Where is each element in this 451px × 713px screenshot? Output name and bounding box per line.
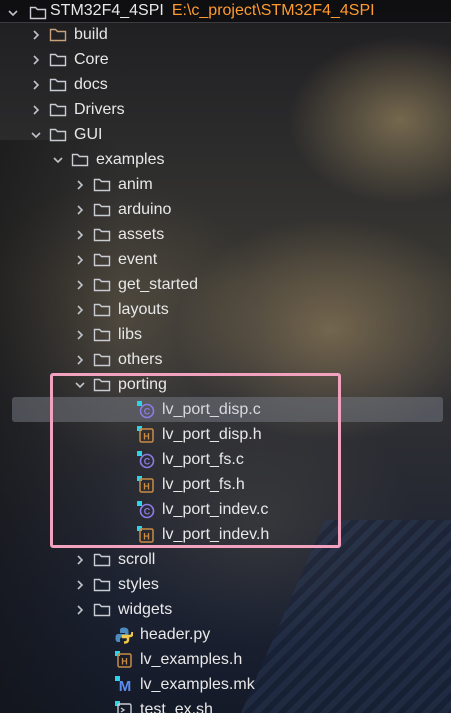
chevron-right-icon[interactable] [71,222,89,247]
tree-item-label: examples [96,151,165,168]
tree-item-label: Drivers [74,101,125,118]
tree-item-label: lv_examples.mk [140,676,255,693]
folder-icon [92,197,112,222]
tree-item-label: arduino [118,201,172,218]
folder-icon [48,22,68,47]
tree-item-label: assets [118,226,165,243]
chevron-right-icon[interactable] [71,172,89,197]
chevron-right-icon[interactable] [71,347,89,372]
tree-item-label: Core [74,51,109,68]
project-path: E:\c_project\STM32F4_4SPI [171,2,375,19]
folder-icon [48,122,68,147]
tree-folder-row[interactable]: docs [0,72,451,97]
chevron-right-icon[interactable] [71,197,89,222]
tree-item-label: GUI [74,126,103,143]
header-file-icon: H [114,647,134,672]
tree-item-label: build [74,26,108,43]
svg-text:M: M [119,678,132,694]
folder-icon [92,272,112,297]
chevron-down-icon[interactable] [49,147,67,172]
tree-folder-row[interactable]: libs [0,322,451,347]
folder-icon [92,247,112,272]
chevron-right-icon[interactable] [71,322,89,347]
makefile-icon: M [114,672,134,697]
tree-folder-row[interactable]: arduino [0,197,451,222]
chevron-right-icon[interactable] [71,272,89,297]
chevron-right-icon[interactable] [27,22,45,47]
chevron-right-icon[interactable] [71,297,89,322]
chevron-right-icon[interactable] [71,597,89,622]
tree-file-row[interactable]: Hlv_examples.h [0,647,451,672]
folder-icon [48,97,68,122]
folder-icon [48,72,68,97]
chevron-right-icon[interactable] [27,72,45,97]
tree-item-label: docs [74,76,108,93]
chevron-right-icon[interactable] [27,97,45,122]
folder-icon [92,597,112,622]
tree-item-label: styles [118,576,159,593]
folder-icon [92,347,112,372]
tree-folder-row[interactable]: GUI [0,122,451,147]
tree-folder-row[interactable]: event [0,247,451,272]
tree-item-label: libs [118,326,143,343]
folder-icon [70,147,90,172]
chevron-down-icon[interactable] [27,122,45,147]
folder-icon [92,322,112,347]
tree-file-row[interactable]: test_ex.sh [0,697,451,713]
tree-folder-row[interactable]: Drivers [0,97,451,122]
chevron-right-icon[interactable] [71,572,89,597]
tree-item-label: event [118,251,158,268]
shell-script-icon [114,697,134,713]
tree-folder-row[interactable]: examples [0,147,451,172]
folder-icon [92,572,112,597]
folder-icon [92,547,112,572]
chevron-right-icon[interactable] [71,247,89,272]
tree-item-label: test_ex.sh [140,701,213,713]
tree-folder-row[interactable]: get_started [0,272,451,297]
tree-item-label: others [118,351,163,368]
tree-item-label: get_started [118,276,199,293]
project-name-text: STM32F4_4SPI [50,2,164,19]
chevron-right-icon[interactable] [27,47,45,72]
tree-folder-row[interactable]: Core [0,47,451,72]
tree-folder-row[interactable]: scroll [0,547,451,572]
folder-icon [92,172,112,197]
tree-item-label: anim [118,176,153,193]
tree-folder-row[interactable]: others [0,347,451,372]
folder-icon [48,47,68,72]
tree-file-row[interactable]: header.py [0,622,451,647]
folder-icon [92,297,112,322]
tree-folder-row[interactable]: styles [0,572,451,597]
project-name: STM32F4_4SPI E:\c_project\STM32F4_4SPI [50,0,375,23]
tree-folder-row[interactable]: build [0,22,451,47]
tree-item-label: scroll [118,551,156,568]
folder-icon [92,222,112,247]
tree-folder-row[interactable]: assets [0,222,451,247]
tree-folder-row[interactable]: widgets [0,597,451,622]
project-tree-panel: STM32F4_4SPI E:\c_project\STM32F4_4SPI bu… [0,0,451,713]
tree-item-label: layouts [118,301,169,318]
tree-item-label: widgets [118,601,173,618]
svg-text:H: H [121,656,128,666]
tree-file-row[interactable]: Mlv_examples.mk [0,672,451,697]
python-file-icon [114,622,134,647]
porting-highlight-box [50,373,341,548]
project-root-row[interactable]: STM32F4_4SPI E:\c_project\STM32F4_4SPI [0,0,451,22]
chevron-right-icon[interactable] [71,547,89,572]
tree-item-label: header.py [140,626,211,643]
tree-folder-row[interactable]: anim [0,172,451,197]
tree-folder-row[interactable]: layouts [0,297,451,322]
tree-item-label: lv_examples.h [140,651,243,668]
